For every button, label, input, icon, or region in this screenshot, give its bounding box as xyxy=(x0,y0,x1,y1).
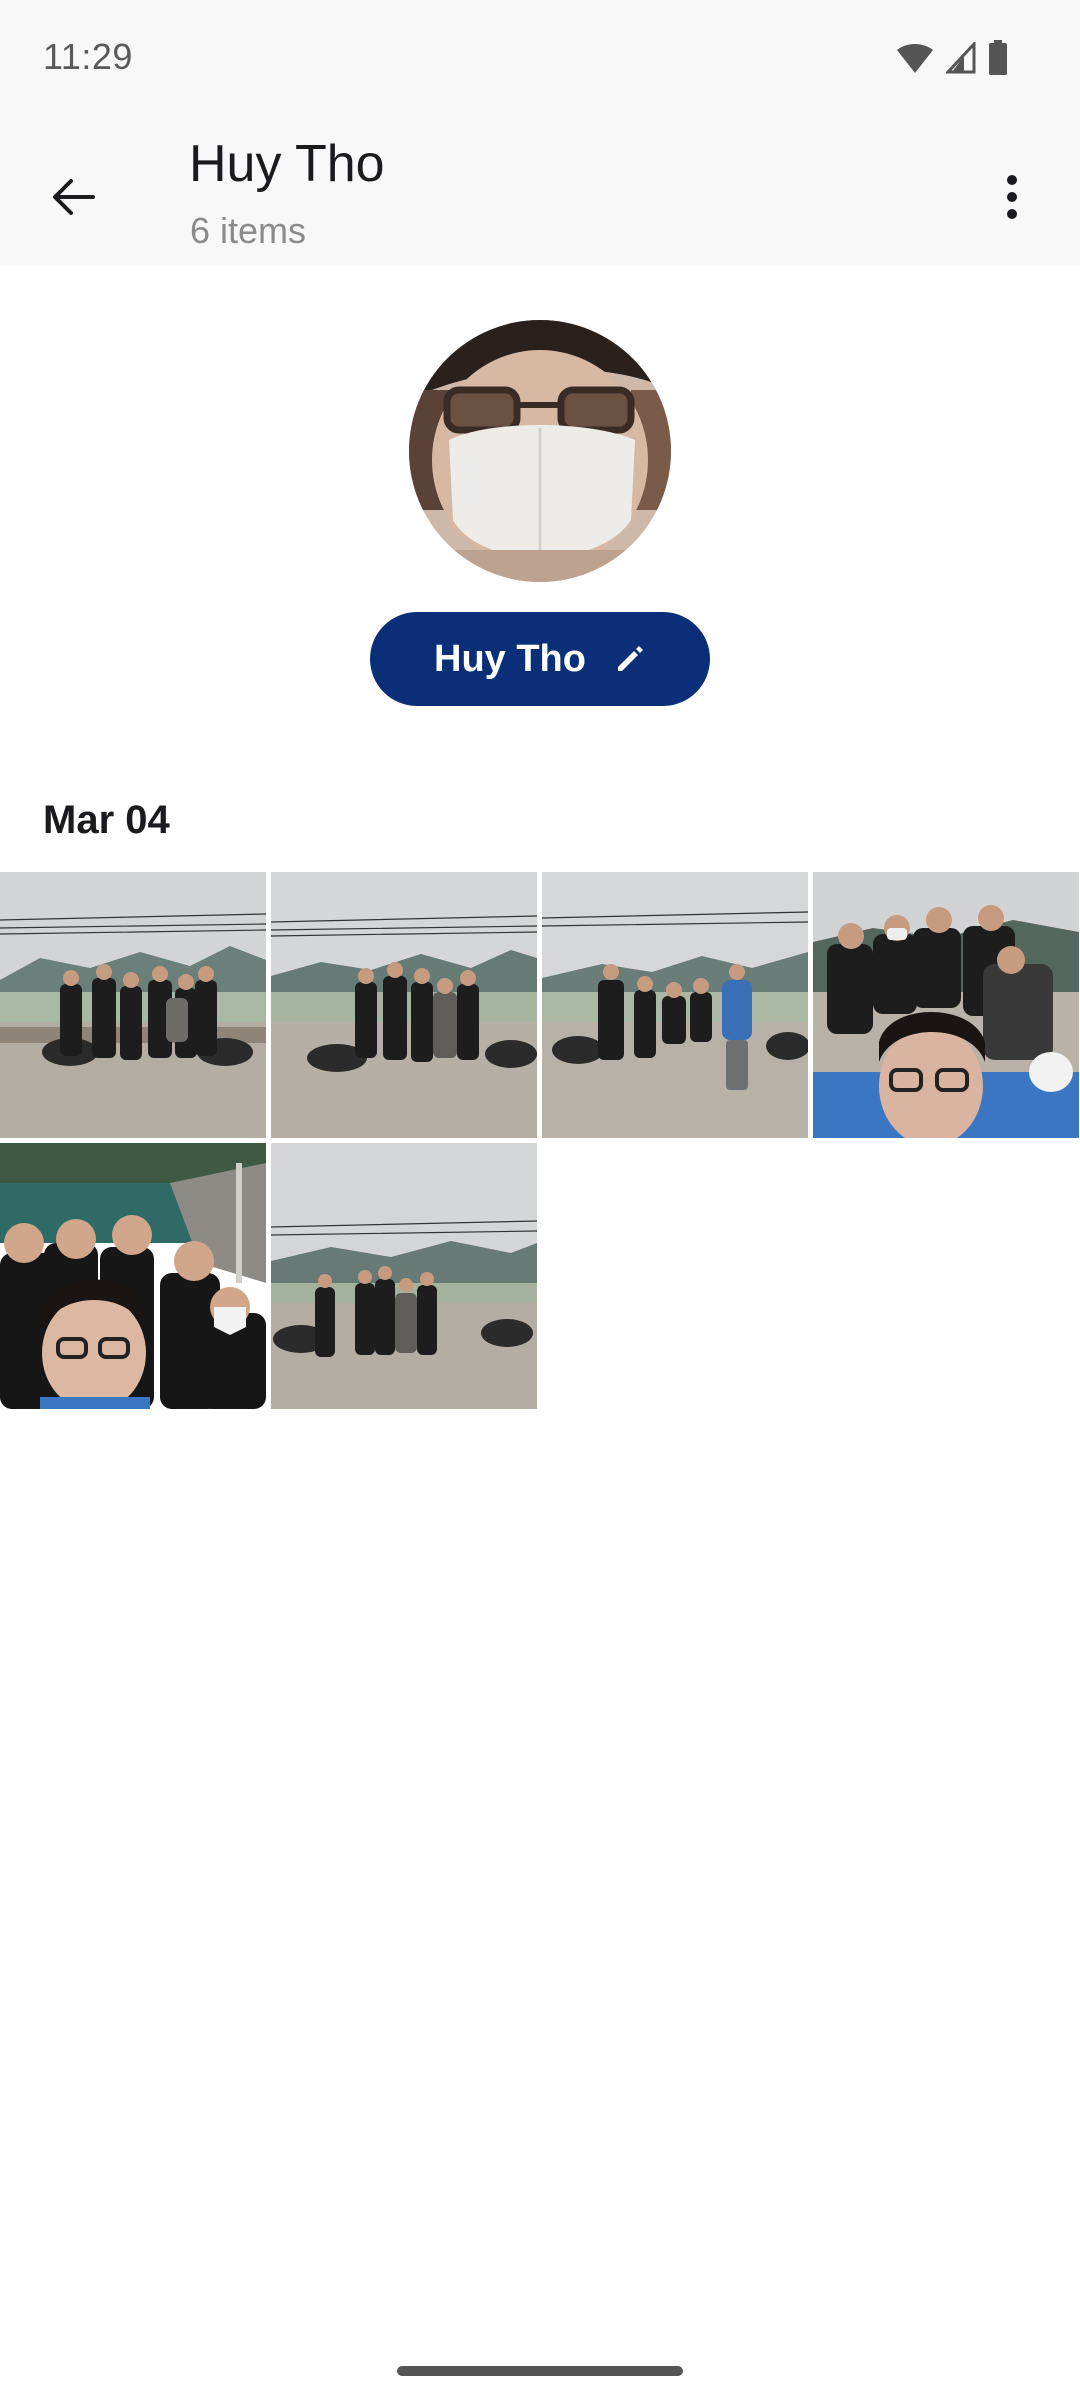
battery-icon xyxy=(989,40,1007,75)
date-section-header: Mar 04 xyxy=(43,798,170,842)
photo-thumbnail[interactable] xyxy=(271,872,537,1138)
status-bar: 11:29 xyxy=(0,0,1080,118)
page-title: Huy Tho xyxy=(189,135,385,193)
wifi-icon xyxy=(897,44,933,73)
back-button[interactable] xyxy=(34,158,112,236)
app-bar: Huy Tho 6 items xyxy=(0,118,1080,266)
photo-thumbnail[interactable] xyxy=(813,872,1079,1138)
photo-thumbnail[interactable] xyxy=(0,1143,266,1409)
status-time: 11:29 xyxy=(43,36,133,77)
cell-signal-icon xyxy=(946,42,976,74)
person-name: Huy Tho xyxy=(434,637,586,680)
pencil-icon xyxy=(617,646,643,671)
arrow-back-icon xyxy=(53,179,95,215)
edit-name-button[interactable]: Huy Tho xyxy=(370,612,710,706)
item-count: 6 items xyxy=(190,210,307,251)
face-photo xyxy=(409,320,671,582)
photo-thumbnail[interactable] xyxy=(542,872,808,1138)
status-icons xyxy=(896,40,1008,76)
photo-thumbnail[interactable] xyxy=(271,1143,537,1409)
home-indicator[interactable] xyxy=(397,2366,683,2376)
photo-thumbnail[interactable] xyxy=(0,872,266,1138)
more-vert-icon xyxy=(1007,175,1017,219)
overflow-menu-button[interactable] xyxy=(978,158,1046,236)
avatar[interactable] xyxy=(409,320,671,582)
